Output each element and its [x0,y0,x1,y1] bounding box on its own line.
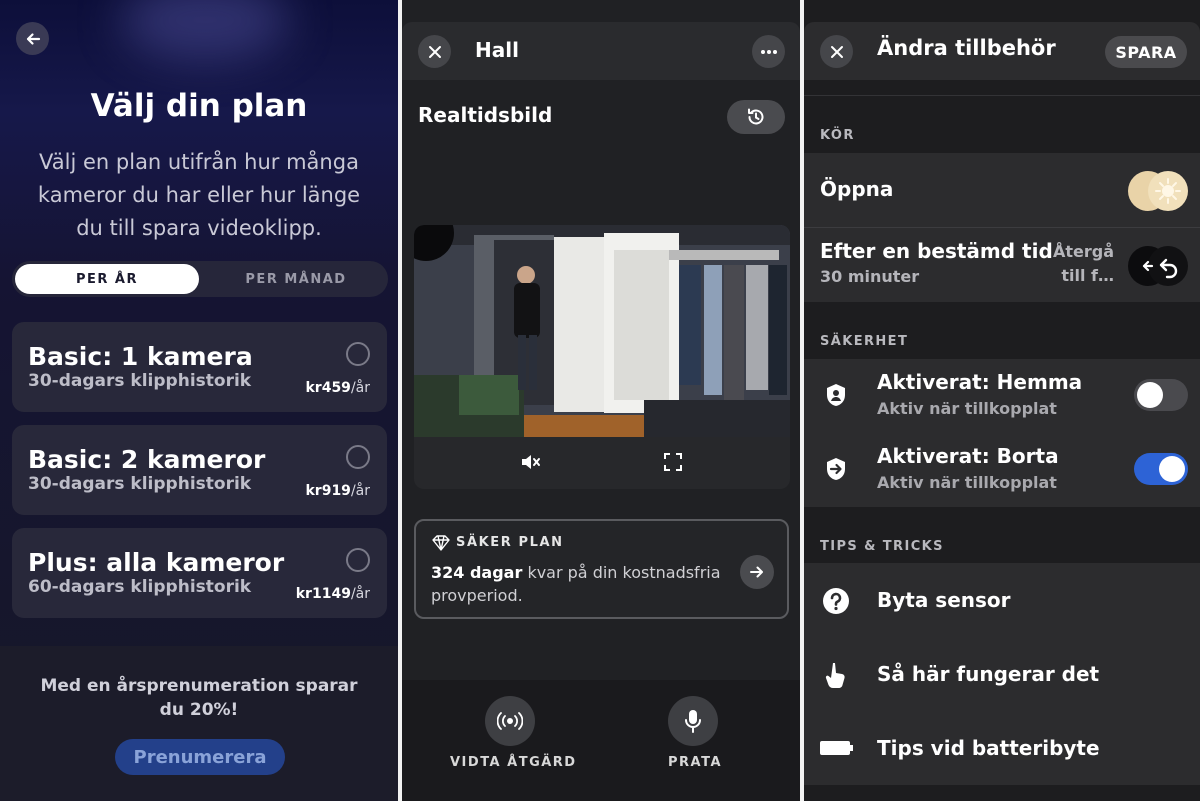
take-action-button[interactable] [485,696,535,746]
close-icon [830,45,843,58]
fullscreen-button[interactable] [664,453,682,475]
microphone-icon [685,710,701,733]
row-title: Öppna [820,177,894,201]
toggle-per-year[interactable]: PER ÅR [15,264,199,294]
row-title: Aktiverat: Hemma [877,370,1083,394]
close-button[interactable] [418,35,451,68]
security-group: Aktiverat: Hemma Aktiv när tillkopplat A… [804,359,1200,507]
row-title: Så här fungerar det [877,662,1100,686]
save-button[interactable]: SPARA [1105,36,1187,68]
secure-plan-card[interactable]: SÄKER PLAN 324 dagar kvar på din kostnad… [414,519,789,619]
plan-card-plus[interactable]: Plus: alla kameror 60-dagars klipphistor… [12,528,387,618]
plan-card-text: 324 dagar kvar på din kostnadsfria provp… [431,563,721,605]
fullscreen-icon [664,453,682,471]
run-row-open[interactable]: Öppna [804,153,1200,227]
billing-period-toggle: PER ÅR PER MÅNAD [12,261,388,297]
page-title: Välj din plan [90,88,308,124]
tips-row-how-it-works[interactable]: Så här fungerar det [804,637,1200,711]
toggle-per-month[interactable]: PER MÅNAD [204,264,388,294]
hand-pointer-icon [824,661,848,689]
talk-label: PRATA [668,755,723,770]
more-button[interactable] [752,35,785,68]
switch-home[interactable] [1134,379,1188,411]
plan-name: Basic: 2 kameror [28,445,266,474]
broadcast-icon [497,712,523,730]
plan-price: kr459/år [305,380,370,396]
video-controls [414,437,790,489]
plan-card-arrow-button[interactable] [740,555,774,589]
return-arrow-icon [1126,244,1190,292]
plan-description: 60-dagars klipphistorik [28,577,252,597]
row-title: Aktiverat: Borta [877,444,1059,468]
arrow-left-icon [26,32,40,45]
plan-price: kr1149/år [295,586,370,602]
plan-selection-screen: Välj din plan Välj en plan utifrån hur m… [0,0,398,801]
live-view-label: Realtidsbild [418,103,553,127]
camera-video-feed[interactable] [414,225,790,437]
more-dots-icon [760,49,777,54]
camera-header: Hall [402,22,800,80]
section-heading-security: SÄKERHET [820,334,909,349]
plan-card-label: SÄKER PLAN [456,535,564,550]
row-title: Efter en bestämd tid [820,239,1053,263]
blinds-open-icon [1126,169,1190,217]
page-subtitle: Välj en plan utifrån hur många kameror d… [37,150,361,240]
history-button[interactable] [727,100,785,134]
plan-card-basic-2[interactable]: Basic: 2 kameror 30-dagars klipphistorik… [12,425,387,515]
close-button[interactable] [820,35,853,68]
plan-radio[interactable] [346,342,370,366]
plan-card-basic-1[interactable]: Basic: 1 kamera 30-dagars klipphistorik … [12,322,387,412]
row-subtitle: Aktiv när tillkopplat [877,399,1057,418]
header-divider [804,95,1200,96]
edit-accessory-screen: Ändra tillbehör SPARA KÖR Öppna Efter en… [804,0,1200,801]
switch-knob [1137,382,1163,408]
plan-name: Plus: alla kameror [28,548,285,577]
tips-row-battery[interactable]: Tips vid batteribyte [804,711,1200,785]
speaker-muted-icon [522,455,540,469]
accessory-title: Ändra tillbehör [877,36,1056,60]
section-heading-tips: TIPS & TRICKS [820,539,944,554]
subscribe-button[interactable]: Prenumerera [115,739,285,775]
battery-icon [820,741,854,755]
camera-scene-image [414,225,790,437]
run-row-after-time[interactable]: Efter en bestämd tid 30 minuter Återgå t… [804,228,1200,302]
diamond-icon [432,535,450,551]
tips-row-change-sensor[interactable]: Byta sensor [804,563,1200,637]
row-title: Byta sensor [877,588,1011,612]
question-icon [822,587,850,615]
close-icon [428,45,441,58]
header-glow [120,0,290,60]
shield-home-icon [824,383,848,407]
take-action-label: VIDTA ÅTGÄRD [450,755,577,770]
plan-radio[interactable] [346,445,370,469]
row-title: Tips vid batteribyte [877,736,1100,760]
camera-action-bar: VIDTA ÅTGÄRD PRATA [402,680,800,801]
switch-knob [1159,456,1185,482]
switch-away[interactable] [1134,453,1188,485]
row-subtitle: Aktiv när tillkopplat [877,473,1057,492]
history-icon [748,108,764,125]
talk-button[interactable] [668,696,718,746]
plan-description: 30-dagars klipphistorik [28,474,252,494]
plan-description: 30-dagars klipphistorik [28,371,252,391]
plan-radio[interactable] [346,548,370,572]
camera-title: Hall [475,38,519,62]
plan-price: kr919/år [305,483,370,499]
camera-screen: Hall Realtidsbild SÄKER PLAN 324 dagar k… [402,0,800,801]
section-heading-run: KÖR [820,128,855,143]
plan-footer: Med en årsprenumeration sparar du 20%! P… [0,646,398,801]
return-label: Återgå till f… [1052,242,1114,285]
shield-away-icon [824,457,848,481]
arrow-right-icon [750,566,763,578]
plan-name: Basic: 1 kamera [28,342,253,371]
back-button[interactable] [16,22,49,55]
row-value: 30 minuter [820,267,920,286]
mute-button[interactable] [520,452,542,476]
savings-text: Med en årsprenumeration sparar du 20%! [40,676,358,720]
accessory-header: Ändra tillbehör SPARA [804,22,1200,80]
